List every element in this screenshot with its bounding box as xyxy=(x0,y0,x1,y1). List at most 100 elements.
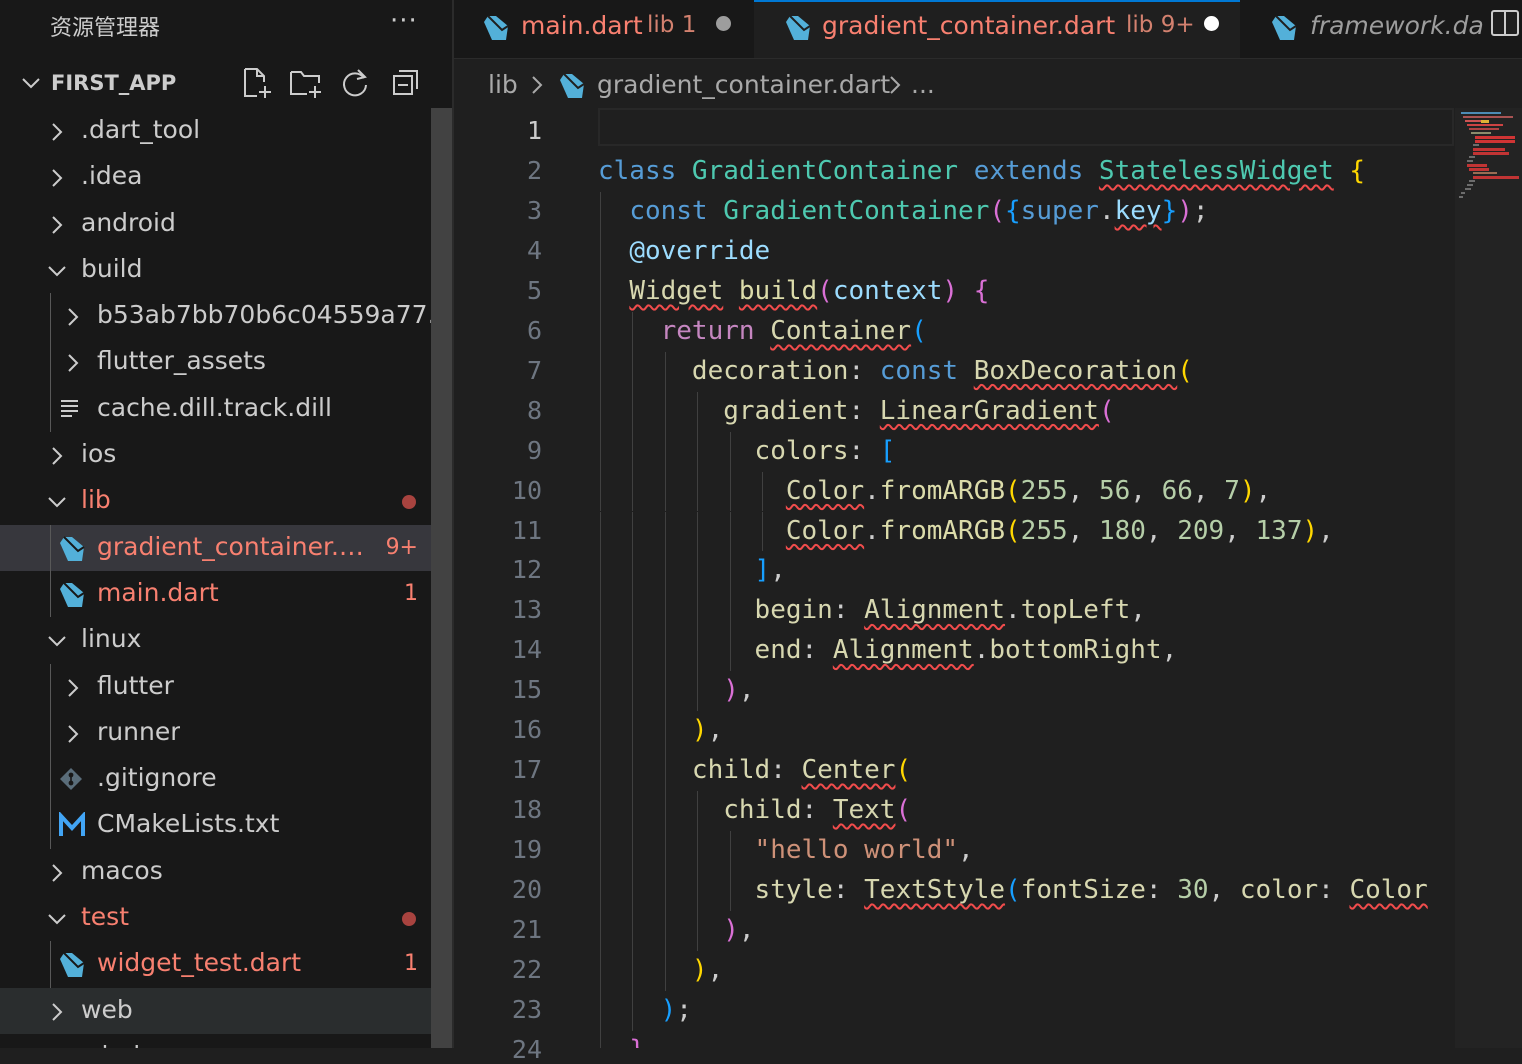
tree-item-gradient-container-d[interactable]: gradient_container.d... 9+ xyxy=(0,524,452,571)
code-token: Color xyxy=(785,515,865,546)
line-number: 20 xyxy=(511,875,542,905)
project-section-header[interactable]: FIRST_APP xyxy=(0,62,452,106)
line-number: 17 xyxy=(511,755,542,785)
code-token: , xyxy=(1224,515,1256,546)
line-number: 14 xyxy=(511,635,542,665)
tree-item-idea[interactable]: .idea xyxy=(0,154,452,200)
code-token: , xyxy=(1067,475,1099,506)
tree-item-label: .gitignore xyxy=(97,763,217,793)
code-line: const GradientContainer({super.key}); xyxy=(598,195,1208,236)
line-number: 7 xyxy=(526,355,542,385)
unsaved-dot-icon[interactable] xyxy=(716,16,731,31)
tree-item-label: CMakeLists.txt xyxy=(97,809,280,839)
line-number-gutter: 1 2 3 4 5 6 7 8 9 10 11 12 13 14 15 16 17 18 19 20 21 22 23 24 xyxy=(454,108,590,1064)
new-file-icon[interactable] xyxy=(240,66,274,100)
tree-item-macos[interactable]: macos xyxy=(0,849,452,895)
code-token: , xyxy=(1067,515,1099,546)
collapse-all-icon[interactable] xyxy=(390,66,424,100)
code-line: ), xyxy=(598,715,723,755)
code-token: fontSize xyxy=(1020,875,1146,906)
code-token: : xyxy=(801,795,833,826)
tree-item-label: gradient_container.d... xyxy=(97,531,377,561)
breadcrumb-symbol[interactable]: ... xyxy=(911,70,935,99)
code-token: Text xyxy=(832,795,896,826)
tree-item-gitignore[interactable]: .gitignore xyxy=(0,756,452,803)
code-token: ( xyxy=(895,755,912,786)
tree-item-web[interactable]: web xyxy=(0,987,452,1034)
code-token: ) xyxy=(723,675,739,706)
tree-item-dart-tool[interactable]: .dart_tool xyxy=(0,108,452,154)
refresh-icon[interactable] xyxy=(338,66,372,100)
code-token: . xyxy=(973,635,990,666)
code-token: child xyxy=(691,755,771,786)
tree-item-windows[interactable]: windows xyxy=(0,1034,452,1048)
code-token: fromARGB xyxy=(879,475,1006,506)
code-token: Container xyxy=(770,315,912,346)
line-number: 1 xyxy=(526,116,542,145)
code-line: return Container( xyxy=(598,316,927,356)
tab-label: gradient_container.dart xyxy=(822,11,1116,40)
tab-gradient-container-dart[interactable]: gradient_container.dart lib 9+ xyxy=(754,0,1241,58)
tree-item-android[interactable]: android xyxy=(0,201,452,247)
tree-item-cmakelists-txt[interactable]: CMakeLists.txt xyxy=(0,802,452,849)
code-line: "hello world", xyxy=(598,835,974,875)
tree-item-widget-test-dart[interactable]: widget_test.dart 1 xyxy=(0,941,452,988)
tree-item-label: test xyxy=(81,902,130,932)
indent-guide xyxy=(50,941,51,988)
line-number: 15 xyxy=(511,675,542,705)
unsaved-dot-icon[interactable] xyxy=(1204,16,1219,31)
code-line: decoration: const BoxDecoration( xyxy=(598,356,1193,396)
tab-label: main.dart xyxy=(521,11,643,40)
dart-file-icon xyxy=(560,73,585,98)
more-actions-icon[interactable]: ··· xyxy=(390,6,418,36)
tree-item-linux[interactable]: linux xyxy=(0,617,452,663)
tree-item-flutter-assets[interactable]: flutter_assets xyxy=(0,339,452,386)
tree-item-main-dart[interactable]: main.dart 1 xyxy=(0,570,452,618)
code-token: fromARGB xyxy=(879,515,1006,546)
tree-item-cache-dill-track-dill[interactable]: cache.dill.track.dill xyxy=(0,385,452,433)
code-token: { xyxy=(973,275,990,306)
chevron-down-icon xyxy=(48,636,66,647)
tree-item-build[interactable]: build xyxy=(0,247,452,293)
breadcrumb-folder[interactable]: lib xyxy=(488,70,518,99)
code-token: ( xyxy=(817,275,833,306)
tree-item-b53ab7bb70b6c04559a77b[interactable]: b53ab7bb70b6c04559a77b... xyxy=(0,293,452,340)
explorer-title: 资源管理器 xyxy=(50,16,161,41)
code-token: , xyxy=(1318,515,1334,546)
tree-item-lib[interactable]: lib xyxy=(0,478,452,524)
tab-framework-dart[interactable]: framework.da xyxy=(1240,0,1522,58)
code-line: ), xyxy=(598,675,754,715)
explorer-scrollbar-thumb[interactable] xyxy=(431,108,452,1048)
code-token: ) xyxy=(1302,515,1319,546)
code-token: : xyxy=(832,875,865,906)
split-editor-icon[interactable] xyxy=(1490,8,1520,38)
tree-item-label: .idea xyxy=(81,161,143,191)
tree-item-flutter[interactable]: flutter xyxy=(0,663,452,710)
tree-item-ios[interactable]: ios xyxy=(0,432,452,478)
code-token: super xyxy=(1020,195,1099,226)
tab-main-dart[interactable]: main.dart lib 1 xyxy=(454,0,755,58)
explorer-header: 资源管理器 ··· xyxy=(0,0,452,54)
chevron-down-icon xyxy=(48,497,66,508)
code-token: context xyxy=(832,275,943,306)
problem-count-badge: 1 xyxy=(404,580,418,606)
line-number: 23 xyxy=(511,994,542,1024)
tree-item-runner[interactable]: runner xyxy=(0,709,452,757)
new-folder-icon[interactable] xyxy=(288,66,324,100)
breadcrumb-file[interactable]: gradient_container.dart xyxy=(597,70,890,99)
code-token: Center xyxy=(801,755,896,786)
code-editor[interactable]: class GradientContainer extends Stateles… xyxy=(598,108,1454,1048)
code-token: ( xyxy=(1005,875,1021,906)
code-line: Color.fromARGB(255, 180, 209, 137), xyxy=(598,516,1334,556)
minimap-slider[interactable] xyxy=(1455,108,1522,1048)
tree-item-test[interactable]: test xyxy=(0,895,452,941)
line-number: 21 xyxy=(511,915,542,944)
